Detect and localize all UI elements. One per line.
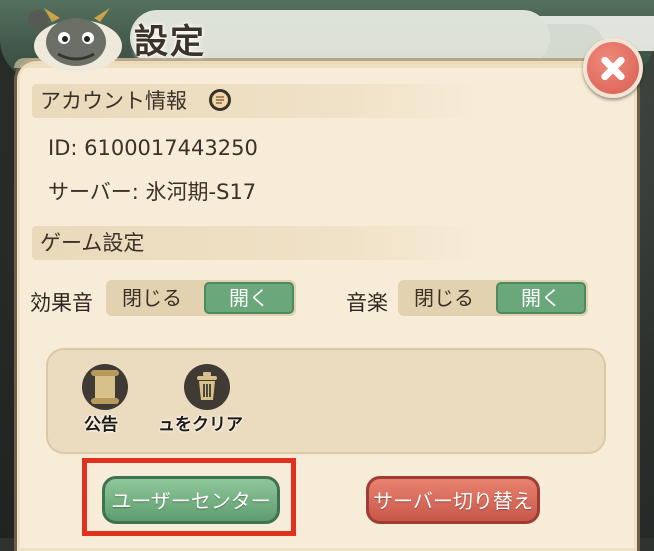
announcement-label: 公告 xyxy=(84,415,118,435)
scroll-icon xyxy=(82,364,128,410)
close-button[interactable] xyxy=(583,38,643,98)
music-label: 音楽 xyxy=(346,291,388,315)
account-info-label: アカウント情報 xyxy=(40,89,187,113)
sound-effects-label: 効果音 xyxy=(30,291,93,315)
music-on-button[interactable]: 開く xyxy=(496,282,586,314)
sound-effects-toggle: 閉じる 開く xyxy=(106,280,296,316)
switch-server-button[interactable]: サーバー切り替え xyxy=(366,476,540,524)
dragon-mascot-icon xyxy=(28,8,122,72)
game-settings-header: ゲーム設定 xyxy=(32,226,480,260)
account-info-header: アカウント情報 xyxy=(32,84,480,118)
highlight-box xyxy=(82,458,296,536)
trash-icon xyxy=(184,364,230,410)
scroll-badge-icon[interactable] xyxy=(208,88,232,112)
game-settings-label: ゲーム設定 xyxy=(40,231,145,255)
server-name: サーバー: 氷河期-S17 xyxy=(48,180,257,204)
sound-effects-on-button[interactable]: 開く xyxy=(204,282,294,314)
music-off-button[interactable]: 閉じる xyxy=(398,280,490,316)
clear-cache-label: ュをクリア xyxy=(158,415,243,435)
sound-effects-off-button[interactable]: 閉じる xyxy=(106,280,198,316)
page-title: 設定 xyxy=(134,22,206,62)
music-toggle: 閉じる 開く xyxy=(398,280,588,316)
account-id: ID: 6100017443250 xyxy=(48,136,258,160)
